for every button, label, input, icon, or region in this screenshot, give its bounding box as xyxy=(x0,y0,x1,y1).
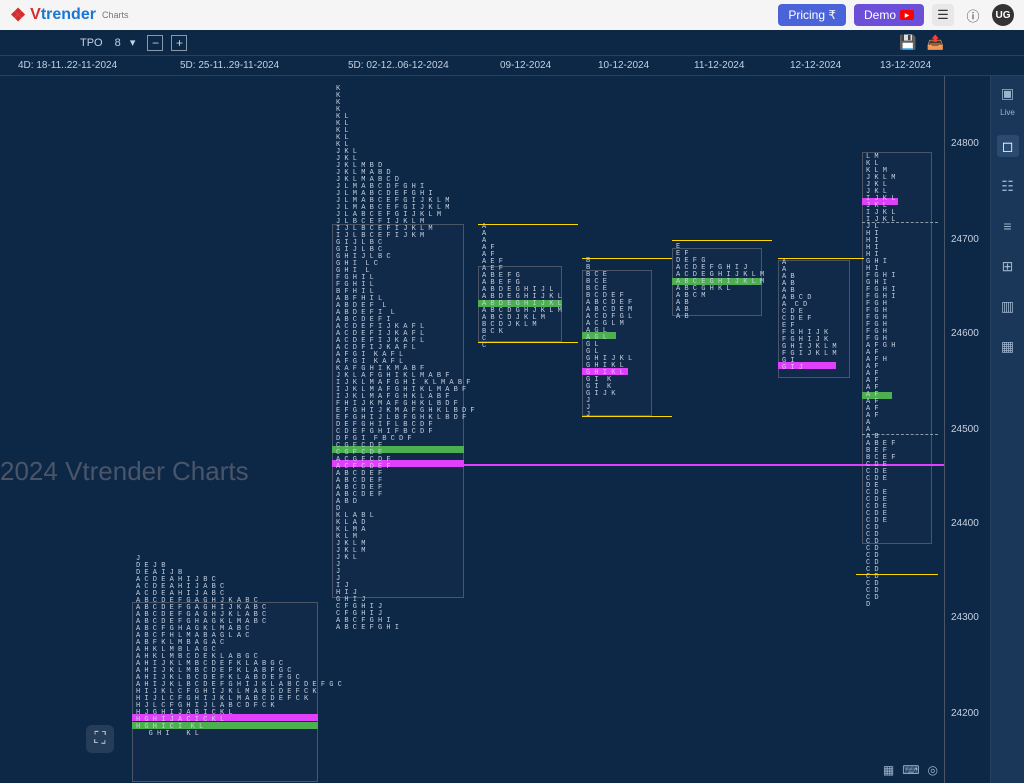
expand-button[interactable]: + xyxy=(171,35,187,51)
tpo-profile: J D E J B D E A I J B A C D E A H I J B … xyxy=(136,556,342,738)
demo-button[interactable]: Demo ▶ xyxy=(854,4,924,26)
collapse-button[interactable]: − xyxy=(147,35,163,51)
live-icon[interactable]: ▣ xyxy=(997,82,1019,104)
right-panel: ▣ Live ◻ ☷ ≡ ⊞ ▥ ▦ xyxy=(990,76,1024,783)
save-icon[interactable]: 💾 xyxy=(899,34,916,51)
price-tick: 24300 xyxy=(951,612,979,623)
level-line xyxy=(778,258,864,259)
logo-icon: ❖ xyxy=(10,5,26,26)
youtube-icon: ▶ xyxy=(900,10,914,20)
price-tick: 24200 xyxy=(951,708,979,719)
panel-columns-icon[interactable]: ▥ xyxy=(997,295,1019,317)
app-header: ❖ Vtrender Charts Pricing ₹ Demo ▶ ☰ ⓘ UG xyxy=(0,0,1024,30)
tpo-profile: L M K L K L M J K L M J K L J K L I J K … xyxy=(866,154,895,609)
menu-icon[interactable]: ☰ xyxy=(932,4,954,26)
panel-bars-icon[interactable]: ≡ xyxy=(997,215,1019,237)
export-icon[interactable]: 📤 xyxy=(927,34,944,51)
level-line xyxy=(672,240,772,241)
target-icon[interactable]: ◎ xyxy=(928,763,938,777)
price-tick: 24700 xyxy=(951,234,979,245)
chart-area[interactable]: 2024 Vtrender Charts xyxy=(0,76,944,783)
live-label: Live xyxy=(1000,108,1015,117)
panel-apps-icon[interactable]: ▦ xyxy=(997,335,1019,357)
header-actions: Pricing ₹ Demo ▶ ☰ ⓘ UG xyxy=(778,4,1014,26)
tpo-profile: A A A A F A F A E F A E F A B E F G A B … xyxy=(482,224,562,350)
logo: ❖ Vtrender Charts xyxy=(10,5,128,26)
panel-list-icon[interactable]: ☷ xyxy=(997,175,1019,197)
avatar[interactable]: UG xyxy=(992,4,1014,26)
price-axis: 24800 24700 24600 24500 24400 24300 24200 xyxy=(944,76,990,783)
date-label: 11-12-2024 xyxy=(694,60,744,71)
tpo-profile: E E F D E F G A C D E F G H I J A C D E … xyxy=(676,244,764,321)
date-axis: 4D: 18-11..22-11-2024 5D: 25-11..29-11-20… xyxy=(0,56,1024,76)
watermark: 2024 Vtrender Charts xyxy=(0,456,249,487)
panel-grid-icon[interactable]: ⊞ xyxy=(997,255,1019,277)
tpo-profile: B B B C E B C E B C E B C D E F A B C D … xyxy=(586,258,632,419)
tpo-profile: K K K K K L K L K L K L K L J K L J K L … xyxy=(336,86,475,632)
date-label: 4D: 18-11..22-11-2024 xyxy=(18,60,117,71)
keyboard-icon[interactable]: ⌨ xyxy=(902,763,919,777)
date-label: 12-12-2024 xyxy=(790,60,841,71)
logo-subtitle: Charts xyxy=(102,10,129,20)
tpo-label: TPO xyxy=(80,37,103,49)
chart-footer-icons: ▦ ⌨ ◎ xyxy=(883,763,938,777)
grid-icon[interactable]: ▦ xyxy=(883,763,894,777)
date-label: 09-12-2024 xyxy=(500,60,551,71)
date-label: 10-12-2024 xyxy=(598,60,649,71)
tpo-value[interactable]: 8 ▾ xyxy=(111,34,140,51)
main-area: 2024 Vtrender Charts xyxy=(0,76,1024,783)
toolbar: TPO 8 ▾ − + 💾 📤 xyxy=(0,30,1024,56)
info-icon[interactable]: ⓘ xyxy=(962,4,984,26)
panel-square-icon[interactable]: ◻ xyxy=(997,135,1019,157)
date-label: 5D: 25-11..29-11-2024 xyxy=(180,60,279,71)
price-tick: 24400 xyxy=(951,518,979,529)
price-tick: 24600 xyxy=(951,328,979,339)
price-tick: 24800 xyxy=(951,138,979,149)
price-tick: 24500 xyxy=(951,424,979,435)
date-label: 13-12-2024 xyxy=(880,60,931,71)
screenshot-button[interactable]: ⛶ xyxy=(86,725,114,753)
tpo-profile: A A A B A B A B A B C D A C D C D E C D … xyxy=(782,260,837,372)
date-label: 5D: 02-12..06-12-2024 xyxy=(348,60,449,71)
logo-text: Vtrender xyxy=(30,6,96,24)
pricing-button[interactable]: Pricing ₹ xyxy=(778,4,846,26)
demo-label: Demo xyxy=(864,8,896,22)
